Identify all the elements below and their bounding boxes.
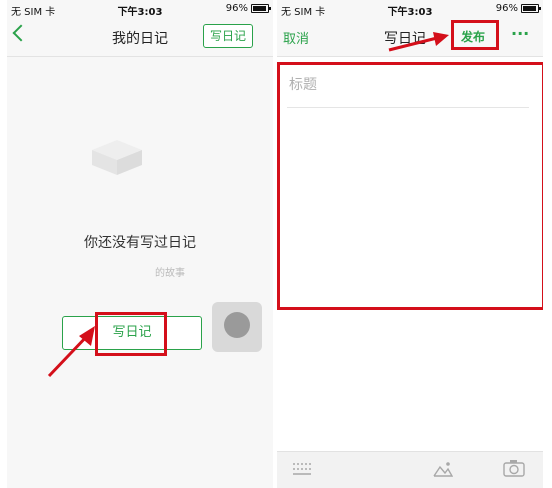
nav-bar: 我的日记 写日记 xyxy=(7,18,273,57)
red-arrow-icon xyxy=(47,326,95,378)
empty-box-icon xyxy=(92,140,142,175)
battery-percent: 96% xyxy=(225,3,248,14)
faded-subtext: 的故事 xyxy=(155,268,185,279)
battery-icon xyxy=(521,4,541,13)
diary-list-screen: 无 SIM 卡 下午3:03 96% 我的日记 写日记 你还没有写过日记 的故事… xyxy=(7,0,273,488)
highlight-box-publish xyxy=(451,20,499,50)
empty-state-message: 你还没有写过日记 xyxy=(84,235,196,251)
write-diary-header-label: 写日记 xyxy=(209,29,246,43)
status-bar: 无 SIM 卡 下午3:03 96% xyxy=(277,0,543,18)
battery-percent: 96% xyxy=(495,3,518,14)
camera-icon[interactable] xyxy=(503,459,525,477)
write-diary-header-button[interactable]: 写日记 xyxy=(203,24,253,48)
battery-icon xyxy=(251,4,271,13)
battery-indicator: 96% xyxy=(225,3,271,14)
battery-indicator: 96% xyxy=(495,3,541,14)
highlight-box-editor xyxy=(277,62,543,310)
image-icon[interactable] xyxy=(433,460,453,478)
status-bar: 无 SIM 卡 下午3:03 96% xyxy=(7,0,273,18)
red-arrow-icon xyxy=(388,32,449,52)
editor-toolbar xyxy=(277,451,543,488)
keyboard-icon[interactable] xyxy=(293,462,311,476)
highlight-box-write-button xyxy=(95,312,167,356)
more-options-icon[interactable]: ··· xyxy=(511,24,529,43)
photo-overlay-icon xyxy=(212,302,262,352)
write-diary-screen: 无 SIM 卡 下午3:03 96% 取消 写日记 发布 ··· 标题 xyxy=(277,0,543,488)
